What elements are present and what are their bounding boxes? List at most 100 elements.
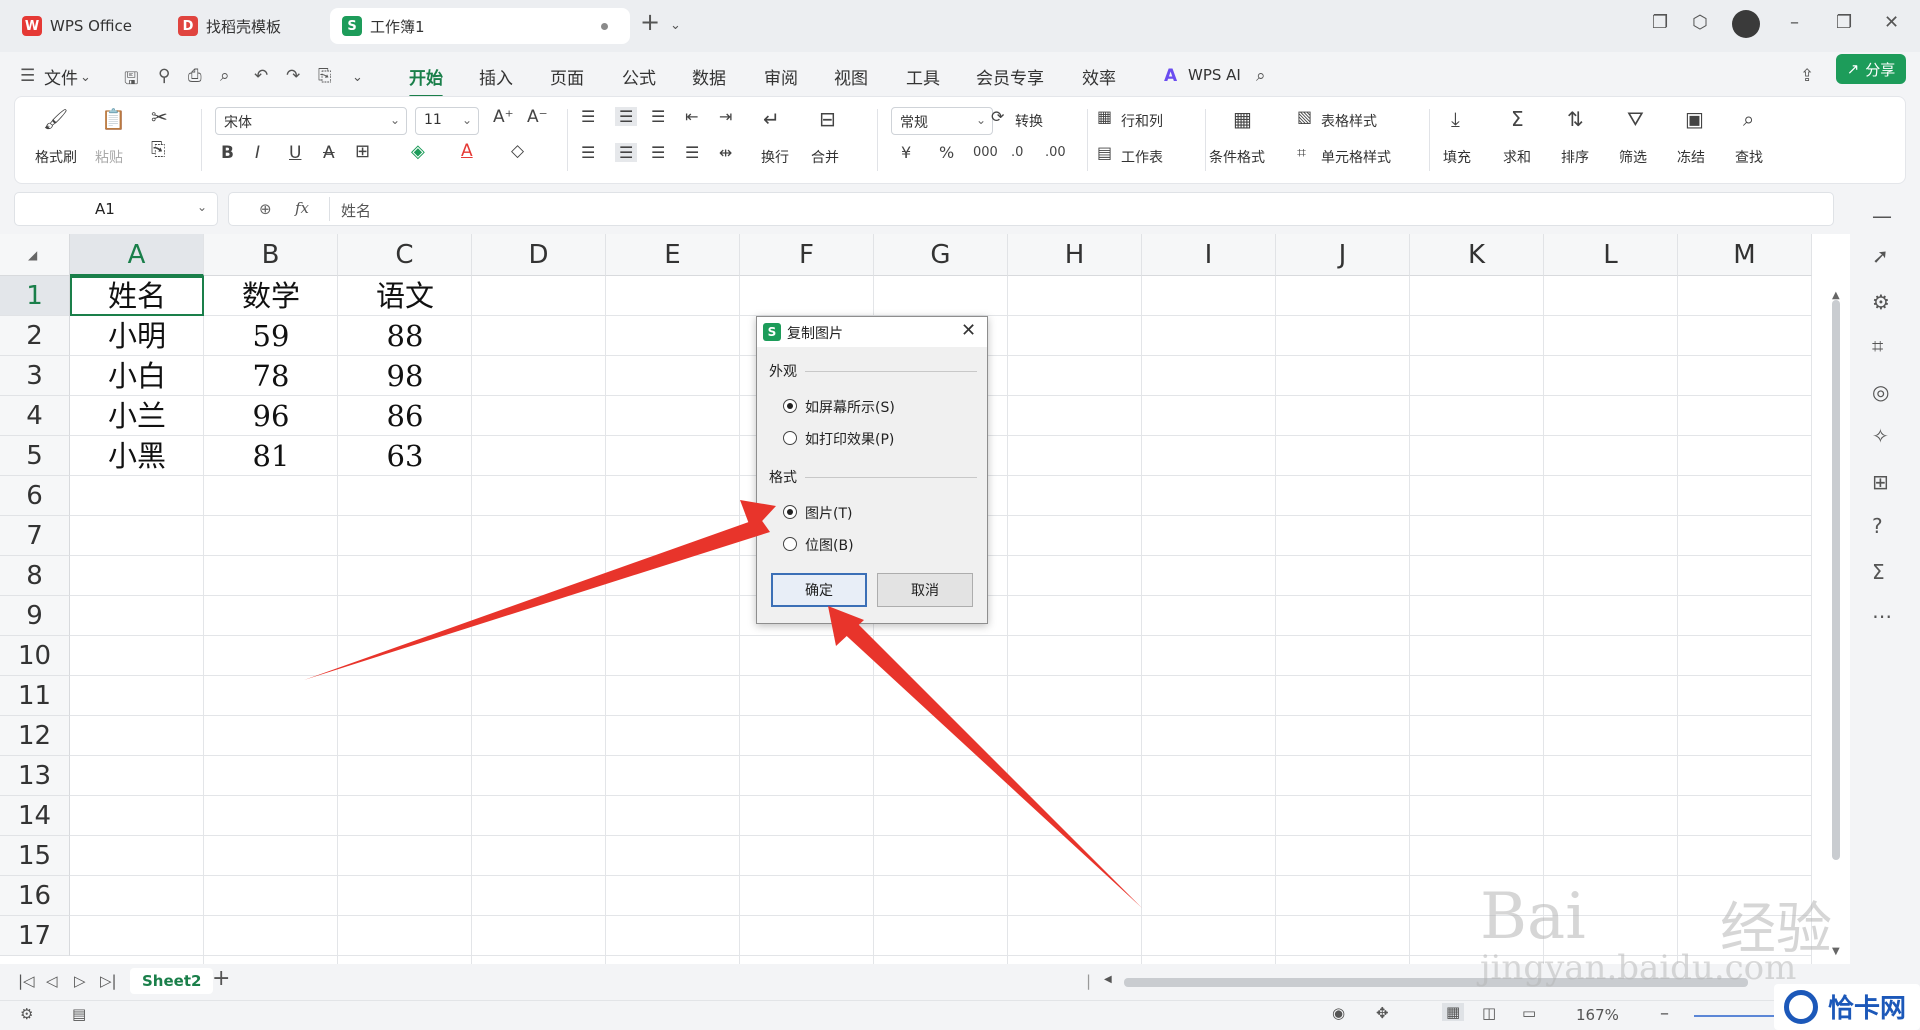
macro-icon[interactable]: ⚙ (20, 1005, 33, 1023)
sheet-tab-sheet2[interactable]: Sheet2 (130, 968, 214, 994)
freeze-label[interactable]: 冻结 (1677, 147, 1705, 167)
dialog-title-bar[interactable]: S 复制图片 ✕ (757, 317, 987, 347)
avatar[interactable] (1732, 10, 1760, 38)
scroll-up-icon[interactable]: ▲ (1832, 290, 1840, 301)
cell-b4[interactable]: 96 (204, 396, 338, 436)
row-header-16[interactable]: 16 (0, 876, 70, 916)
tools-icon[interactable]: ✧ (1872, 424, 1889, 448)
column-header-j[interactable]: J (1276, 234, 1410, 276)
column-header-h[interactable]: H (1008, 234, 1142, 276)
close-icon[interactable]: ✕ (1884, 12, 1899, 33)
active-cell-a1[interactable] (70, 276, 204, 316)
column-header-b[interactable]: B (204, 234, 338, 276)
merge-label[interactable]: 合并 (811, 147, 839, 167)
wrap-text-icon[interactable]: ↵ (763, 107, 780, 131)
filter-label[interactable]: 筛选 (1619, 147, 1647, 167)
menu-icon[interactable]: ☰ (20, 66, 35, 86)
format-painter-label[interactable]: 格式刷 (35, 147, 77, 167)
radio-as-on-screen-label[interactable]: 如屏幕所示(S) (805, 397, 895, 417)
paste-label[interactable]: 粘贴 (95, 147, 123, 167)
fx-icon[interactable]: fx (295, 199, 309, 217)
column-header-k[interactable]: K (1410, 234, 1544, 276)
column-header-l[interactable]: L (1544, 234, 1678, 276)
convert-label[interactable]: 转换 (1015, 111, 1043, 131)
fill-icon[interactable]: ⤓ (1451, 107, 1460, 131)
cell-a4[interactable]: 小兰 (70, 396, 204, 436)
align-top-icon[interactable]: ☰ (581, 107, 595, 126)
align-middle-icon[interactable]: ☰ (615, 107, 638, 126)
cell-b3[interactable]: 78 (204, 356, 338, 396)
collapse-panel-icon[interactable]: — (1872, 204, 1892, 228)
cell-b5[interactable]: 81 (204, 436, 338, 476)
minimize-icon[interactable]: – (1790, 12, 1799, 33)
zoom-level[interactable]: 167% (1576, 1006, 1619, 1024)
window-tile-icon[interactable]: ❐ (1652, 12, 1668, 33)
menu-data[interactable]: 数据 (692, 64, 726, 89)
row-header-17[interactable]: 17 (0, 916, 70, 956)
border-icon[interactable]: ⊞ (355, 141, 370, 162)
find-icon[interactable]: ⌕ (1743, 107, 1754, 131)
redo-icon[interactable]: ↷ (286, 66, 300, 86)
cancel-button[interactable]: 取消 (877, 573, 973, 607)
find-label[interactable]: 查找 (1735, 147, 1763, 167)
wps-ai-button[interactable]: WPS AI (1188, 66, 1241, 84)
cut-icon[interactable]: ✂ (151, 105, 168, 129)
underline-icon[interactable]: U (289, 143, 301, 163)
cell-a3[interactable]: 小白 (70, 356, 204, 396)
percent-icon[interactable]: % (939, 143, 954, 162)
menu-formula[interactable]: 公式 (622, 64, 656, 89)
first-sheet-icon[interactable]: |◁ (18, 972, 35, 990)
chevron-down-icon[interactable]: ⌄ (352, 70, 363, 85)
paste-icon[interactable]: 📋 (101, 107, 126, 131)
format-painter-icon[interactable]: 🖌 (43, 107, 68, 131)
currency-icon[interactable]: ¥ (901, 143, 911, 162)
row-header-12[interactable]: 12 (0, 716, 70, 756)
row-header-10[interactable]: 10 (0, 636, 70, 676)
thousands-icon[interactable]: 000 (973, 145, 998, 160)
conditional-format-icon[interactable]: ▦ (1233, 107, 1252, 131)
page-break-view-icon[interactable]: ▭ (1522, 1004, 1536, 1022)
new-doc-icon[interactable]: ⎘ (318, 66, 332, 86)
menu-review[interactable]: 审阅 (764, 64, 798, 89)
row-header-3[interactable]: 3 (0, 356, 70, 396)
decimal-decrease-icon[interactable]: .00 (1045, 145, 1066, 160)
column-header-m[interactable]: M (1678, 234, 1812, 276)
select-cursor-icon[interactable]: ➚ (1872, 244, 1889, 268)
row-header-2[interactable]: 2 (0, 316, 70, 356)
row-header-5[interactable]: 5 (0, 436, 70, 476)
undo-icon[interactable]: ↶ (254, 66, 268, 86)
sum-icon[interactable]: Σ (1511, 107, 1524, 131)
zoom-out-icon[interactable]: – (1660, 1003, 1669, 1024)
row-col-icon[interactable]: ▦ (1097, 107, 1112, 126)
print-preview-icon[interactable]: ⌕ (220, 66, 230, 86)
italic-icon[interactable]: I (255, 143, 260, 163)
formula-sum-icon[interactable]: Σ (1872, 560, 1885, 584)
row-header-1[interactable]: 1 (0, 276, 70, 316)
formula-bar[interactable]: ⊕ fx 姓名 (228, 192, 1834, 226)
copy-icon[interactable]: ⎘ (151, 139, 165, 160)
row-header-14[interactable]: 14 (0, 796, 70, 836)
column-header-i[interactable]: I (1142, 234, 1276, 276)
tab-wps-office[interactable]: W WPS Office (10, 8, 154, 44)
cell-b1[interactable]: 数学 (204, 276, 338, 316)
row-header-13[interactable]: 13 (0, 756, 70, 796)
row-header-15[interactable]: 15 (0, 836, 70, 876)
cell-c5[interactable]: 63 (338, 436, 472, 476)
help-icon[interactable]: ? (1872, 514, 1883, 538)
filter-icon[interactable]: ⛛ (1627, 107, 1644, 131)
print-icon[interactable]: ⎙ (188, 66, 202, 86)
strikethrough-icon[interactable]: A (323, 143, 335, 163)
next-sheet-icon[interactable]: ▷ (74, 972, 86, 990)
add-sheet-icon[interactable]: + (212, 966, 230, 991)
radio-as-printed-label[interactable]: 如打印效果(P) (805, 429, 894, 449)
eye-protection-icon[interactable]: ◉ (1332, 1004, 1345, 1022)
cell-c4[interactable]: 86 (338, 396, 472, 436)
chevron-down-icon[interactable]: ⌄ (670, 18, 681, 33)
cell-c1[interactable]: 语文 (338, 276, 472, 316)
indent-increase-icon[interactable]: ⇥ (719, 107, 732, 126)
font-shrink-icon[interactable]: A⁻ (527, 107, 548, 127)
decimal-increase-icon[interactable]: .0 (1011, 145, 1023, 160)
cell-style-icon[interactable]: ⌗ (1297, 143, 1306, 163)
cloud-upload-icon[interactable]: ⇪ (1800, 66, 1814, 86)
radio-bitmap-label[interactable]: 位图(B) (805, 535, 854, 555)
